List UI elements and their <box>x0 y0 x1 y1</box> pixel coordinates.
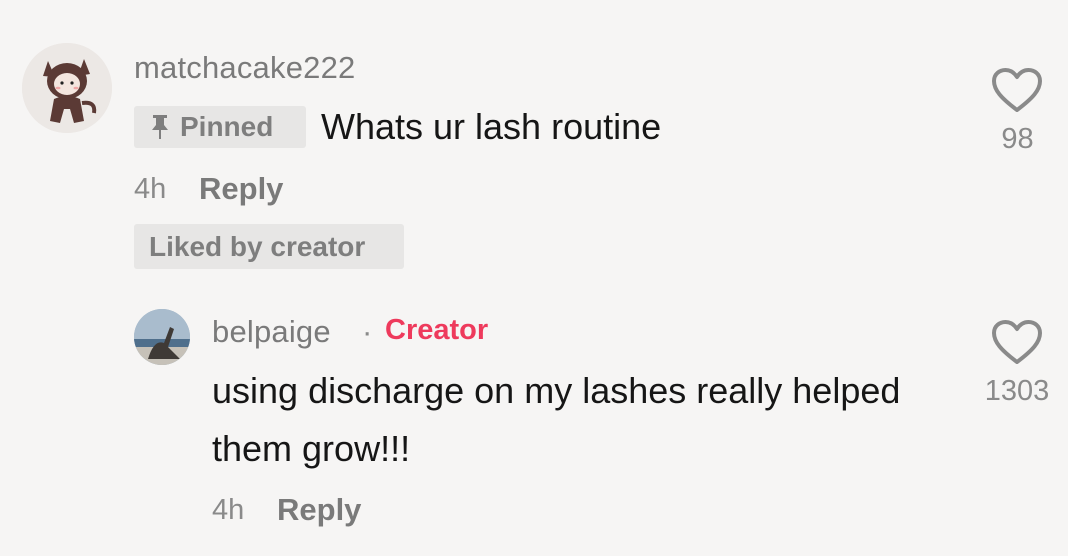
reply-button[interactable]: Reply <box>199 171 283 207</box>
liked-by-creator-tag: Liked by creator <box>134 224 404 269</box>
reply-button[interactable]: Reply <box>277 492 361 528</box>
avatar[interactable] <box>134 309 190 365</box>
separator-dot: · <box>362 314 373 349</box>
comment-timestamp: 4h <box>212 494 245 526</box>
liked-by-creator-label: Liked by creator <box>149 230 366 262</box>
cat-costume-avatar-icon <box>22 43 112 133</box>
pushpin-icon <box>150 114 170 140</box>
like-heart-icon[interactable] <box>991 320 1043 366</box>
username[interactable]: matchacake222 <box>134 50 355 86</box>
comment-timestamp: 4h <box>134 173 167 205</box>
pinned-label: Pinned <box>180 111 274 142</box>
comment-text: Whats ur lash routine <box>321 106 662 147</box>
beach-photo-avatar-icon <box>134 309 190 365</box>
creator-badge: Creator <box>385 314 489 346</box>
pinned-tag: Pinned <box>134 106 306 148</box>
avatar[interactable] <box>22 43 112 133</box>
comment-text: using discharge on my lashes really help… <box>212 370 901 469</box>
username[interactable]: belpaige <box>212 314 331 350</box>
like-heart-icon[interactable] <box>991 68 1043 114</box>
comments-screen: matchacake222 Pinned Whats ur lash routi… <box>0 0 1068 556</box>
like-count: 1303 <box>984 375 1050 407</box>
like-count: 98 <box>1001 123 1034 155</box>
